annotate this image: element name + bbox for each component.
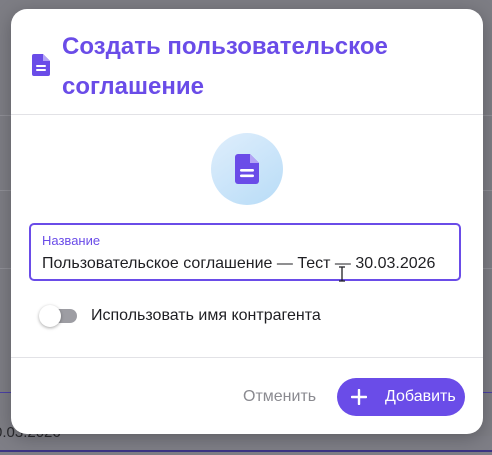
background-underline xyxy=(0,450,492,452)
dialog-footer: Отменить Добавить xyxy=(11,357,483,434)
dialog-title: Создать пользовательское соглашение xyxy=(62,33,388,100)
use-counterparty-name-row: Использовать имя контрагента xyxy=(39,304,459,328)
cancel-button[interactable]: Отменить xyxy=(237,384,322,410)
name-field-value[interactable]: Пользовательское соглашение — Тест — 30.… xyxy=(42,255,435,273)
toggle-knob xyxy=(39,305,61,327)
name-field-label: Название xyxy=(42,233,101,248)
document-icon xyxy=(32,54,50,76)
name-field[interactable]: Название Пользовательское соглашение — Т… xyxy=(29,223,461,282)
dialog-header: Создать пользовательское соглашение xyxy=(11,9,483,115)
use-counterparty-name-toggle[interactable] xyxy=(39,305,79,327)
use-counterparty-name-label: Использовать имя контрагента xyxy=(91,307,321,324)
text-cursor-icon xyxy=(339,266,345,282)
add-button-label: Добавить xyxy=(385,388,456,405)
add-button[interactable]: Добавить xyxy=(337,378,465,416)
plus-icon xyxy=(351,389,367,405)
create-agreement-dialog: Создать пользовательское соглашение Назв… xyxy=(11,9,483,434)
background-row xyxy=(0,436,492,455)
document-icon xyxy=(235,154,259,184)
document-avatar xyxy=(211,133,283,205)
